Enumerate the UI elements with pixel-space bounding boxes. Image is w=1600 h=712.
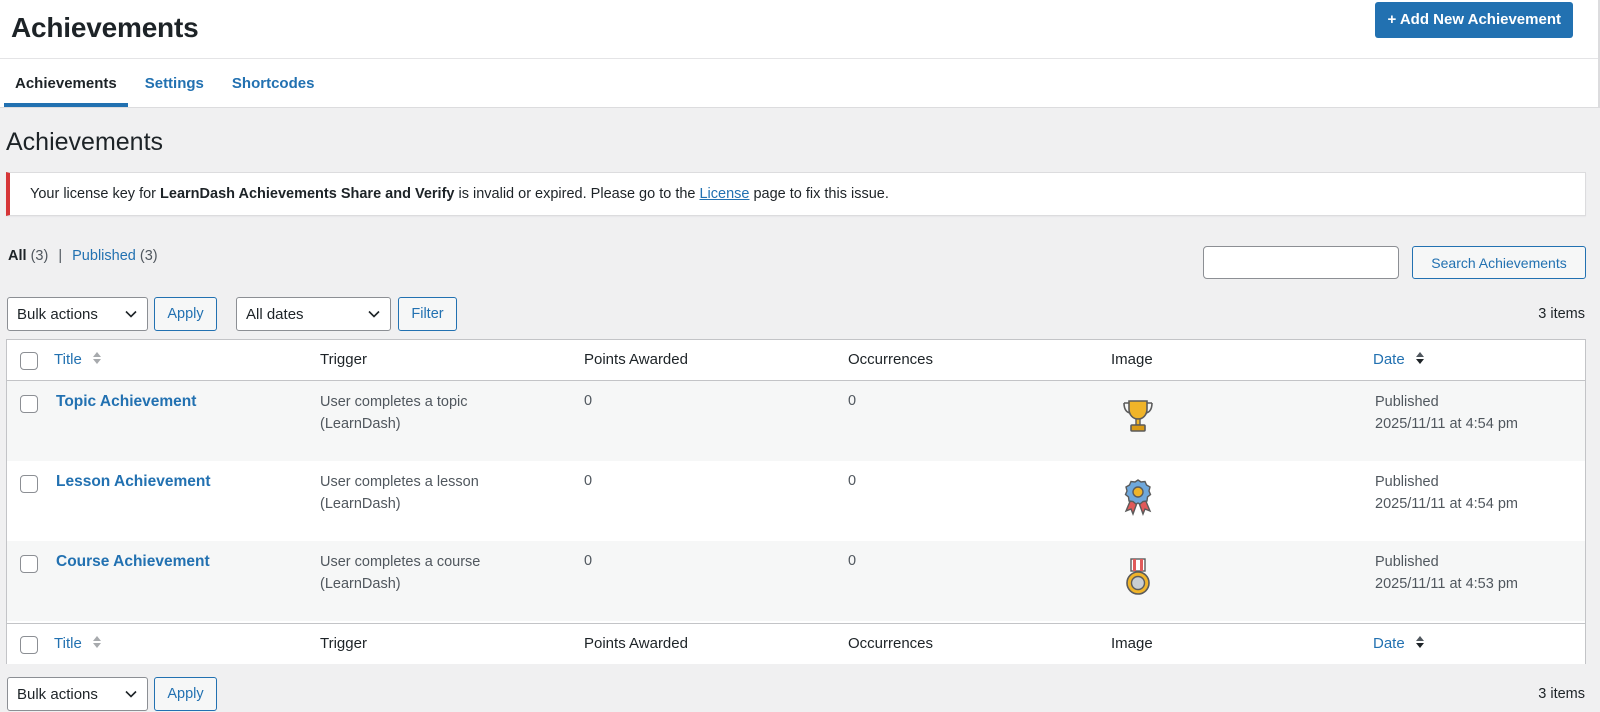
view-separator: |: [58, 248, 63, 264]
row-trigger: User completes a topic (LearnDash): [320, 391, 467, 435]
column-date-label[interactable]: Date: [1373, 635, 1405, 652]
table-row: Topic Achievement User completes a topic…: [7, 381, 1585, 461]
medal-icon: [1126, 558, 1150, 595]
ribbon-badge-icon: [1124, 479, 1152, 516]
column-title-footer[interactable]: Title: [54, 635, 102, 652]
app-title: Achievements: [11, 12, 199, 43]
chevron-down-icon: [125, 310, 137, 318]
view-filters: All (3) | Published (3): [8, 248, 158, 264]
row-date-value: 2025/11/11 at 4:53 pm: [1375, 576, 1518, 592]
tab-settings[interactable]: Settings: [134, 60, 215, 107]
filter-button[interactable]: Filter: [398, 297, 457, 331]
column-occurrences: Occurrences: [848, 351, 934, 368]
row-points: 0: [584, 473, 593, 489]
search-achievements-button[interactable]: Search Achievements: [1412, 246, 1586, 279]
apply-button-top[interactable]: Apply: [154, 297, 217, 331]
apply-button-bottom[interactable]: Apply: [154, 677, 217, 711]
row-status: Published: [1375, 394, 1439, 410]
row-date: Published 2025/11/11 at 4:53 pm: [1375, 551, 1518, 595]
column-title[interactable]: Title: [54, 351, 102, 368]
notice-middle: is invalid or expired. Please go to the: [458, 186, 696, 202]
tab-bar: Achievements Settings Shortcodes: [4, 60, 331, 107]
view-published[interactable]: Published: [72, 248, 136, 264]
row-trigger-line: User completes a topic: [320, 394, 468, 410]
row-title-link[interactable]: Topic Achievement: [56, 393, 196, 411]
row-points: 0: [584, 393, 593, 409]
select-all-checkbox[interactable]: [20, 352, 38, 370]
column-points: Points Awarded: [584, 351, 688, 368]
row-trigger-source: (LearnDash): [320, 416, 401, 432]
notice-prefix: Your license key for: [30, 186, 157, 202]
row-status: Published: [1375, 474, 1439, 490]
sort-icon: [1415, 352, 1424, 364]
column-title-label[interactable]: Title: [54, 635, 82, 652]
row-date-value: 2025/11/11 at 4:54 pm: [1375, 496, 1518, 512]
table-header: Title Trigger Points Awarded Occurrences…: [7, 340, 1585, 381]
page-title: Achievements: [6, 128, 164, 156]
row-title-link[interactable]: Course Achievement: [56, 553, 210, 571]
notice-suffix: page to fix this issue.: [753, 186, 889, 202]
row-checkbox[interactable]: [20, 475, 38, 493]
row-points: 0: [584, 553, 593, 569]
row-checkbox[interactable]: [20, 555, 38, 573]
column-image: Image: [1111, 351, 1153, 368]
license-notice: Your license key for LearnDash Achieveme…: [6, 172, 1586, 216]
row-status: Published: [1375, 554, 1439, 570]
column-occurrences-footer: Occurrences: [848, 635, 934, 652]
top-bar: Achievements + Add New Achievement Achie…: [0, 0, 1600, 108]
divider: [0, 58, 1598, 59]
tab-achievements[interactable]: Achievements: [4, 60, 128, 107]
row-trigger-source: (LearnDash): [320, 496, 401, 512]
license-link[interactable]: License: [699, 186, 749, 202]
column-trigger: Trigger: [320, 351, 367, 368]
view-all-count: (3): [30, 248, 49, 264]
trophy-icon: [1123, 400, 1153, 432]
table-footer: Title Trigger Points Awarded Occurrences…: [7, 623, 1585, 664]
search-input[interactable]: [1203, 246, 1399, 279]
chevron-down-icon: [125, 690, 137, 698]
row-occurrences: 0: [848, 553, 857, 569]
tab-shortcodes[interactable]: Shortcodes: [221, 60, 326, 107]
row-occurrences: 0: [848, 473, 857, 489]
column-points-footer: Points Awarded: [584, 635, 688, 652]
column-trigger-footer: Trigger: [320, 635, 367, 652]
select-all-checkbox-bottom[interactable]: [20, 636, 38, 654]
row-occurrences: 0: [848, 393, 857, 409]
row-trigger: User completes a course (LearnDash): [320, 551, 480, 595]
achievements-table: Title Trigger Points Awarded Occurrences…: [6, 339, 1586, 664]
column-image-footer: Image: [1111, 635, 1153, 652]
row-trigger-source: (LearnDash): [320, 576, 401, 592]
row-date: Published 2025/11/11 at 4:54 pm: [1375, 391, 1518, 435]
items-count-top: 3 items: [1538, 306, 1585, 322]
dates-value: All dates: [246, 305, 304, 323]
chevron-down-icon: [368, 310, 380, 318]
row-trigger-line: User completes a course: [320, 554, 481, 570]
bulk-actions-value: Bulk actions: [17, 685, 98, 703]
row-trigger-line: User completes a lesson: [320, 474, 479, 490]
items-count-bottom: 3 items: [1538, 686, 1585, 702]
row-checkbox[interactable]: [20, 395, 38, 413]
column-title-label[interactable]: Title: [54, 351, 82, 368]
row-trigger: User completes a lesson (LearnDash): [320, 471, 479, 515]
sort-icon: [92, 352, 101, 364]
sort-icon: [92, 636, 101, 648]
view-all[interactable]: All: [8, 248, 27, 264]
row-date: Published 2025/11/11 at 4:54 pm: [1375, 471, 1518, 515]
row-title-link[interactable]: Lesson Achievement: [56, 473, 210, 491]
column-date[interactable]: Date: [1373, 351, 1425, 368]
notice-plugin-name: LearnDash Achievements Share and Verify: [160, 186, 455, 202]
table-row: Course Achievement User completes a cour…: [7, 541, 1585, 621]
bulk-actions-select-bottom[interactable]: Bulk actions: [7, 677, 148, 711]
sort-icon: [1415, 636, 1424, 648]
view-published-count: (3): [139, 248, 158, 264]
table-row: Lesson Achievement User completes a less…: [7, 461, 1585, 541]
column-date-footer[interactable]: Date: [1373, 635, 1425, 652]
bulk-actions-select-top[interactable]: Bulk actions: [7, 297, 148, 331]
row-date-value: 2025/11/11 at 4:54 pm: [1375, 416, 1518, 432]
column-date-label[interactable]: Date: [1373, 351, 1405, 368]
dates-select[interactable]: All dates: [236, 297, 391, 331]
add-new-achievement-button[interactable]: + Add New Achievement: [1375, 2, 1573, 38]
bulk-actions-value: Bulk actions: [17, 305, 98, 323]
